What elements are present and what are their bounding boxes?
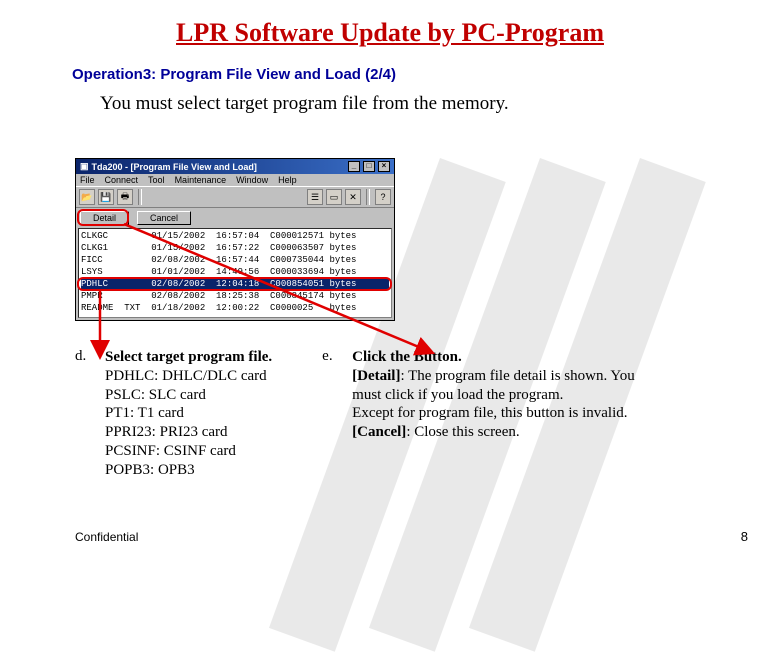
- step-d-line: PCSINF: CSINF card: [105, 442, 272, 461]
- step-d-line: PSLC: SLC card: [105, 386, 272, 405]
- step-d-line: POPB3: OPB3: [105, 461, 272, 480]
- step-d-line: PPRI23: PRI23 card: [105, 423, 272, 442]
- toolbar-cross-icon[interactable]: ✕: [345, 189, 361, 205]
- step-e-marker: e.: [322, 348, 340, 479]
- window-title: Tda200 - [Program File View and Load]: [92, 162, 257, 172]
- toolbar-separator: [366, 189, 370, 205]
- step-e-extra: Except for program file, this button is …: [352, 404, 642, 423]
- annotation-arrow-e: [120, 222, 440, 362]
- toolbar: 📂 💾 🖶 ☰ ▭ ✕ ?: [76, 186, 394, 208]
- window-titlebar: ▣ Tda200 - [Program File View and Load] …: [76, 159, 394, 174]
- footer-confidential: Confidential: [75, 530, 138, 544]
- app-icon: ▣: [80, 161, 89, 172]
- menubar: File Connect Tool Maintenance Window Hel…: [76, 174, 394, 186]
- menu-help[interactable]: Help: [278, 175, 297, 185]
- step-e-cancel: [Cancel]: Close this screen.: [352, 423, 642, 442]
- toolbar-separator: [138, 189, 142, 205]
- step-d-line: PDHLC: DHLC/DLC card: [105, 367, 272, 386]
- menu-window[interactable]: Window: [236, 175, 268, 185]
- minimize-button[interactable]: _: [348, 161, 360, 172]
- menu-file[interactable]: File: [80, 175, 95, 185]
- annotation-arrow-d: [80, 286, 120, 361]
- menu-maintenance[interactable]: Maintenance: [175, 175, 227, 185]
- toolbar-tree-icon[interactable]: ☰: [307, 189, 323, 205]
- instruction-text: You must select target program file from…: [100, 93, 780, 115]
- menu-tool[interactable]: Tool: [148, 175, 165, 185]
- toolbar-open-icon[interactable]: 📂: [79, 189, 95, 205]
- step-d-line: PT1: T1 card: [105, 404, 272, 423]
- step-d-marker: d.: [75, 348, 93, 479]
- step-e: e. Click the Button. [Detail]: The progr…: [322, 348, 642, 479]
- toolbar-folder-icon[interactable]: ▭: [326, 189, 342, 205]
- toolbar-help-icon[interactable]: ?: [375, 189, 391, 205]
- operation-subtitle: Operation3: Program File View and Load (…: [72, 66, 780, 83]
- footer-page-number: 8: [741, 529, 748, 544]
- page-title: LPR Software Update by PC-Program: [0, 18, 780, 48]
- menu-connect[interactable]: Connect: [105, 175, 139, 185]
- maximize-button[interactable]: □: [363, 161, 375, 172]
- close-button[interactable]: ×: [378, 161, 390, 172]
- toolbar-save-icon[interactable]: 💾: [98, 189, 114, 205]
- toolbar-print-icon[interactable]: 🖶: [117, 189, 133, 205]
- step-e-detail: [Detail]: The program file detail is sho…: [352, 367, 642, 405]
- step-d: d. Select target program file. PDHLC: DH…: [75, 348, 272, 479]
